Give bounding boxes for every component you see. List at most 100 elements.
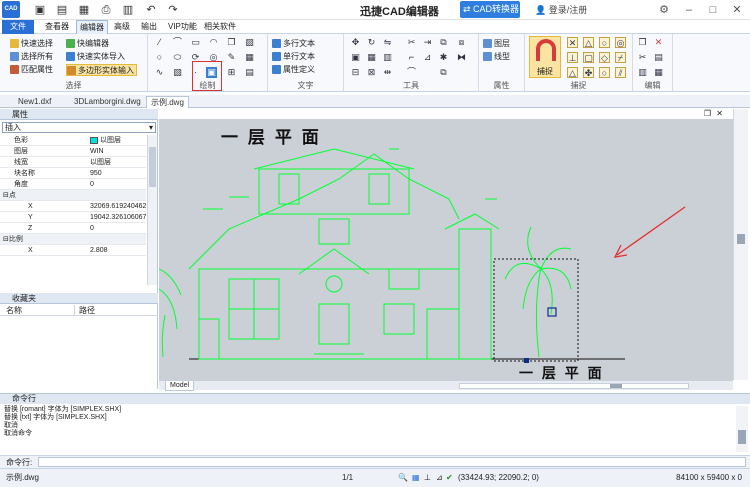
new-file-icon[interactable]: ▣: [33, 3, 47, 17]
snap-apparent-icon[interactable]: ○: [599, 67, 610, 78]
menu-related[interactable]: 相关软件: [201, 20, 239, 34]
snap-center-icon[interactable]: ○: [599, 37, 610, 48]
quick-editor-button[interactable]: 快编辑器: [66, 38, 109, 50]
col-path[interactable]: 路径: [74, 305, 95, 316]
tab-example[interactable]: 示例.dwg: [146, 96, 189, 108]
explode-icon[interactable]: ✱: [438, 52, 449, 63]
tab-new1[interactable]: New1.dxf: [14, 96, 55, 108]
scale-icon[interactable]: ▣: [350, 52, 361, 63]
break-icon[interactable]: ⊠: [366, 67, 377, 78]
hatch-icon[interactable]: ▨: [244, 37, 255, 48]
prop-category-scale[interactable]: ⊟比例: [0, 234, 146, 245]
arc-tool-icon[interactable]: ⌒: [406, 67, 417, 78]
block-icon[interactable]: ▦: [244, 52, 255, 63]
prop-row[interactable]: 色彩 以图层: [0, 135, 146, 146]
prop-row[interactable]: Y 19042.326106067: [0, 212, 146, 223]
polyline-icon[interactable]: ⌒: [172, 37, 183, 48]
draworder-icon[interactable]: ⧉: [438, 67, 449, 78]
cad-converter-button[interactable]: ⇄ CAD转换器: [460, 1, 520, 18]
polygon-input-button[interactable]: 多边形实体输入: [66, 64, 137, 76]
fillet-icon[interactable]: ⌐: [406, 52, 417, 63]
wipeout-icon[interactable]: ▤: [244, 67, 255, 78]
rectangle-icon[interactable]: ▭: [190, 37, 201, 48]
prop-row[interactable]: 图层 WIN: [0, 146, 146, 157]
snap-tangent-icon[interactable]: ◎: [615, 37, 626, 48]
group-icon[interactable]: ⧉: [438, 37, 449, 48]
minimize-icon[interactable]: –: [682, 3, 696, 17]
command-input[interactable]: [38, 457, 746, 467]
drawing-canvas[interactable]: ❐ ✕ 一 层 平 面 一 层 平 面: [159, 109, 733, 380]
prop-row[interactable]: 块名称 950: [0, 168, 146, 179]
snap-perp-icon[interactable]: ⊥: [567, 52, 578, 63]
snap-endpoint-icon[interactable]: ✕: [567, 37, 578, 48]
snap-status-icon[interactable]: ⊿: [436, 469, 443, 487]
chamfer-icon[interactable]: ⊿: [422, 52, 433, 63]
login-link[interactable]: 👤 登录/注册: [535, 3, 587, 16]
circle-icon[interactable]: ○: [154, 52, 165, 63]
ortho-icon[interactable]: ⊥: [424, 469, 431, 487]
array-icon[interactable]: ▦: [366, 52, 377, 63]
undo-icon[interactable]: ↶: [144, 3, 158, 17]
snap-insert-icon[interactable]: △: [567, 67, 578, 78]
ellipse-icon[interactable]: ⬭: [172, 52, 183, 63]
menu-vip[interactable]: VIP功能: [165, 20, 200, 34]
insert-image-icon[interactable]: ▣: [206, 67, 217, 78]
mirror-icon[interactable]: ⇋: [382, 37, 393, 48]
command-scrollbar[interactable]: [736, 406, 748, 452]
horizontal-scrollbar[interactable]: [459, 383, 689, 389]
join-icon[interactable]: ⧓: [456, 52, 467, 63]
menu-output[interactable]: 输出: [138, 20, 160, 34]
move-icon[interactable]: ✥: [350, 37, 361, 48]
menu-editor[interactable]: 编辑器: [76, 20, 108, 34]
snap-nearest-icon[interactable]: ⌿: [615, 52, 626, 63]
zoom-icon[interactable]: 🔍: [398, 469, 408, 487]
menu-file[interactable]: 文件: [2, 20, 34, 34]
attr-def-button[interactable]: 属性定义: [272, 64, 315, 76]
snap-node-icon[interactable]: ▢: [583, 52, 594, 63]
close-icon[interactable]: ✕: [730, 3, 744, 17]
check-icon[interactable]: ✔: [446, 469, 453, 487]
grid-icon[interactable]: ▦: [412, 469, 420, 487]
skin-icon[interactable]: ⚙: [657, 3, 671, 17]
extend-icon[interactable]: ⇥: [422, 37, 433, 48]
line-icon[interactable]: ⁄: [154, 37, 165, 48]
prop-row[interactable]: X 2.808: [0, 245, 146, 256]
snap-intersection-icon[interactable]: ✤: [583, 67, 594, 78]
paste-icon[interactable]: ▤: [653, 52, 664, 63]
print-icon[interactable]: ⎙: [99, 3, 113, 17]
layer-button[interactable]: 图层: [483, 38, 510, 50]
scroll-thumb[interactable]: [737, 234, 745, 244]
region-icon[interactable]: ▧: [172, 67, 183, 78]
menu-viewer[interactable]: 查看器: [42, 20, 72, 34]
snap-quadrant-icon[interactable]: ◇: [599, 52, 610, 63]
prop-row[interactable]: Z0: [0, 223, 146, 234]
table-icon[interactable]: ⊞: [226, 67, 237, 78]
prop-row[interactable]: X 32069.619240462: [0, 201, 146, 212]
redo-icon[interactable]: ↷: [166, 3, 180, 17]
spline-icon[interactable]: ∿: [154, 67, 165, 78]
rotate-tool-icon[interactable]: ↻: [366, 37, 377, 48]
prop-category-point[interactable]: ⊟点: [0, 190, 146, 201]
vertical-scrollbar[interactable]: [733, 109, 748, 380]
col-name[interactable]: 名称: [6, 305, 22, 316]
quick-select-button[interactable]: 快速选择: [10, 38, 53, 50]
maximize-icon[interactable]: □: [706, 3, 720, 17]
properties-scrollbar[interactable]: [147, 135, 157, 285]
prop-row[interactable]: 角度 0: [0, 179, 146, 190]
tab-model[interactable]: Model: [165, 381, 195, 391]
arc-icon[interactable]: ◠: [208, 37, 219, 48]
snap-midpoint-icon[interactable]: △: [583, 37, 594, 48]
scroll-thumb[interactable]: [738, 430, 746, 444]
pen-icon[interactable]: ✎: [226, 52, 237, 63]
save-icon[interactable]: ▦: [77, 3, 91, 17]
ungroup-icon[interactable]: ⧈: [456, 37, 467, 48]
menu-advanced[interactable]: 高级: [111, 20, 133, 34]
clipboard-icon[interactable]: ▦: [653, 67, 664, 78]
scroll-thumb[interactable]: [149, 147, 156, 187]
cut-icon[interactable]: ✂: [637, 52, 648, 63]
singleline-text-button[interactable]: 单行文本: [272, 51, 315, 63]
snap-parallel-icon[interactable]: ⫽: [615, 67, 626, 78]
offset-icon[interactable]: ▥: [382, 52, 393, 63]
quick-import-button[interactable]: 快速实体导入: [66, 51, 125, 63]
match-props-button[interactable]: 匹配属性: [10, 64, 53, 76]
